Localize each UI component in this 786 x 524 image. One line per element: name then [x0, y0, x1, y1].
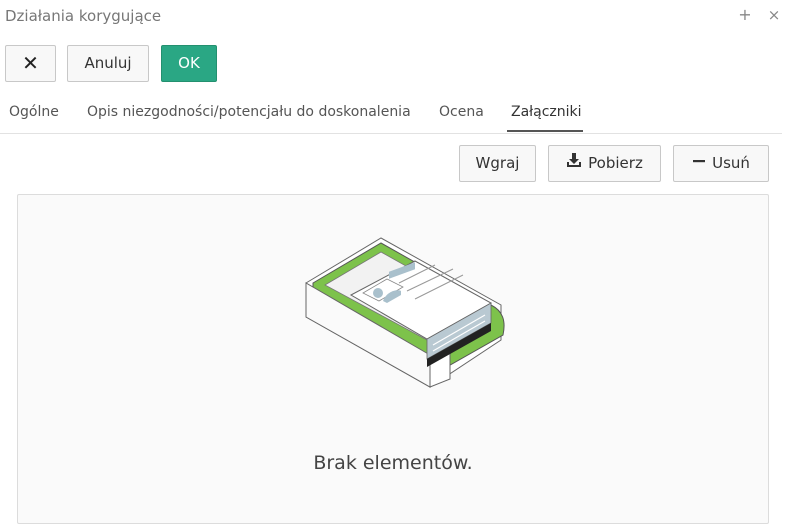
tab-evaluation[interactable]: Ocena: [439, 104, 484, 120]
empty-folder-illustration-icon: [303, 235, 509, 395]
attachments-panel: Brak elementów.: [17, 194, 769, 524]
tab-nonconformity-description[interactable]: Opis niezgodności/potencjału do doskonal…: [87, 104, 411, 120]
close-dialog-icon[interactable]: ×: [766, 6, 782, 24]
dialog-titlebar: Działania korygujące + ×: [0, 0, 786, 32]
empty-state-text: Brak elementów.: [313, 452, 473, 474]
ok-button[interactable]: OK: [161, 45, 217, 82]
tab-bar: Ogólne Opis niezgodności/potencjału do d…: [0, 96, 782, 134]
delete-label: Usuń: [712, 154, 750, 172]
active-tab-indicator: [507, 130, 583, 132]
tab-attachments[interactable]: Załączniki: [511, 104, 582, 120]
close-button[interactable]: ✕: [5, 45, 56, 82]
delete-button[interactable]: Usuń: [673, 145, 769, 182]
upload-label: Wgraj: [475, 154, 520, 172]
maximize-plus-icon[interactable]: +: [737, 6, 753, 24]
download-icon: [566, 146, 582, 181]
minus-icon: [692, 146, 706, 181]
download-button[interactable]: Pobierz: [548, 145, 661, 182]
cancel-button[interactable]: Anuluj: [67, 45, 149, 82]
download-label: Pobierz: [588, 154, 643, 172]
dialog-title: Działania korygujące: [5, 7, 162, 25]
upload-button[interactable]: Wgraj: [459, 145, 536, 182]
tab-general[interactable]: Ogólne: [9, 104, 59, 120]
